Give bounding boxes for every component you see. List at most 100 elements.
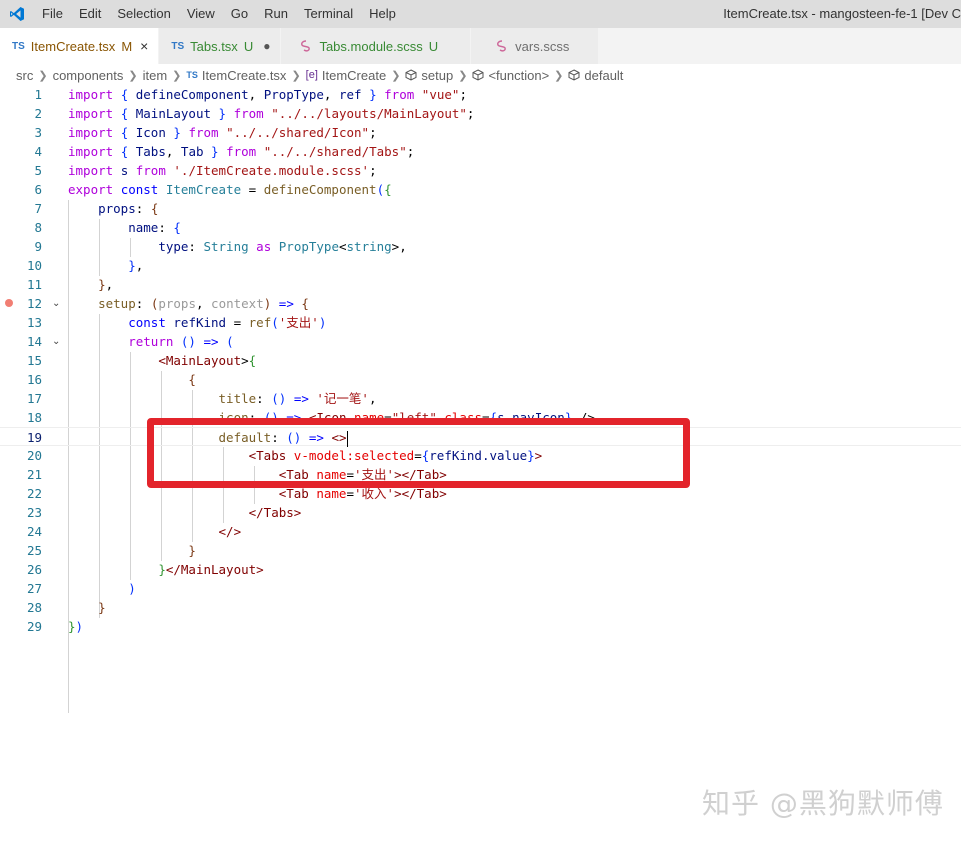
code-token: } [369, 87, 377, 102]
line-number: 5 [34, 163, 42, 178]
code-token: '收入' [354, 486, 395, 501]
code-line[interactable]: 11 }, [0, 275, 961, 294]
code-line[interactable]: 12 setup: (props, context) => { [0, 294, 961, 313]
menu-terminal[interactable]: Terminal [296, 0, 361, 28]
code-line[interactable]: 27 ) [0, 579, 961, 598]
breadcrumb-item-components[interactable]: components [53, 68, 124, 83]
code-text: name: { [68, 218, 181, 237]
menu-selection[interactable]: Selection [109, 0, 178, 28]
close-icon[interactable]: × [140, 38, 148, 54]
code-token: ) [75, 619, 84, 634]
code-line[interactable]: 14 return () => ( [0, 332, 961, 351]
code-token: from [384, 87, 415, 102]
code-line[interactable]: 23 </Tabs> [0, 503, 961, 522]
breadcrumb-item-item[interactable]: item [143, 68, 168, 83]
code-line[interactable]: 1 import { defineComponent, PropType, ref… [0, 85, 961, 104]
tab-tabs-tsx[interactable]: TS Tabs.tsx U ● [159, 28, 282, 64]
code-token: ; [369, 125, 377, 140]
menu-view[interactable]: View [179, 0, 223, 28]
code-line[interactable]: 2 import { MainLayout } from "../../layou… [0, 104, 961, 123]
tab-tabs-module-scss[interactable]: Tabs.module.scss U [281, 28, 472, 64]
line-number: 4 [34, 144, 42, 159]
breadcrumb-item-default[interactable]: default [584, 68, 623, 83]
chevron-right-icon: ❯ [554, 69, 564, 82]
code-token: } [211, 144, 219, 159]
code-token: () [180, 334, 196, 349]
menu-go[interactable]: Go [223, 0, 256, 28]
breadcrumb-item-itemcreate[interactable]: ItemCreate [322, 68, 386, 83]
tab-itemcreate[interactable]: TS ItemCreate.tsx M × [0, 28, 160, 64]
git-status-badge: M [121, 38, 133, 54]
code-line[interactable]: 25 } [0, 541, 961, 560]
code-token: const [128, 315, 166, 330]
code-text: { [68, 370, 196, 389]
code-line[interactable]: 10 }, [0, 256, 961, 275]
menu-help[interactable]: Help [361, 0, 404, 28]
code-token: { [248, 353, 257, 368]
code-token: name [128, 220, 159, 235]
line-number: 9 [34, 239, 42, 254]
code-token: defineComponent [135, 87, 249, 102]
line-number: 1 [34, 87, 42, 102]
code-line[interactable]: 4 import { Tabs, Tab } from "../../shared… [0, 142, 961, 161]
vscode-logo-icon[interactable] [0, 0, 34, 28]
code-line[interactable]: 28 } [0, 598, 961, 617]
code-token: , [195, 296, 212, 311]
breadcrumb: src ❯ components ❯ item ❯ TS ItemCreate.… [0, 64, 961, 86]
breadcrumb-item-function[interactable]: <function> [488, 68, 549, 83]
code-token: "../../shared/Tabs" [263, 144, 407, 159]
menu-file[interactable]: File [34, 0, 71, 28]
tab-vars-scss[interactable]: vars.scss [471, 28, 600, 64]
code-token: context [211, 296, 264, 311]
code-token: as [256, 239, 272, 254]
line-number: 27 [26, 581, 42, 596]
code-token: } [188, 543, 196, 558]
menu-edit[interactable]: Edit [71, 0, 109, 28]
code-text: </> [68, 522, 242, 541]
code-token: : [135, 296, 151, 311]
breadcrumb-item-setup[interactable]: setup [421, 68, 453, 83]
code-line[interactable]: 24 </> [0, 522, 961, 541]
tab-label: vars.scss [515, 38, 570, 54]
line-number: 14 [26, 334, 42, 349]
breadcrumb-item-file[interactable]: ItemCreate.tsx [202, 68, 287, 83]
code-line[interactable]: 16 { [0, 370, 961, 389]
code-token: , [248, 87, 264, 102]
code-token: type [158, 239, 189, 254]
code-token: ) [318, 315, 327, 330]
code-line[interactable]: 29}) [0, 617, 961, 636]
code-token: ; [406, 144, 415, 159]
code-line[interactable]: 17 title: () => '记一笔', [0, 389, 961, 408]
code-text: return () => ( [68, 332, 233, 351]
code-editor[interactable]: ⌄ ⌄ 1 import { defineComponent, PropType,… [0, 85, 961, 713]
unsaved-dot-icon[interactable]: ● [263, 39, 270, 53]
chevron-right-icon: ❯ [291, 69, 301, 82]
line-number: 28 [26, 600, 42, 615]
code-line[interactable]: 3 import { Icon } from "../../shared/Icon… [0, 123, 961, 142]
code-line[interactable]: 5 import s from './ItemCreate.module.scss… [0, 161, 961, 180]
code-line[interactable]: 15 <MainLayout>{ [0, 351, 961, 370]
code-line[interactable]: 13 const refKind = ref('支出') [0, 313, 961, 332]
code-line[interactable]: 8 name: { [0, 218, 961, 237]
menu-run[interactable]: Run [256, 0, 296, 28]
breadcrumb-item-src[interactable]: src [16, 68, 33, 83]
line-number: 21 [26, 467, 42, 482]
code-line[interactable]: 9 type: String as PropType<string>, [0, 237, 961, 256]
code-line[interactable]: 26 }</MainLayout> [0, 560, 961, 579]
code-token: } [98, 277, 106, 292]
code-line[interactable]: 6 export const ItemCreate = defineCompone… [0, 180, 961, 199]
code-text: import { defineComponent, PropType, ref … [68, 85, 467, 104]
line-number: 8 [34, 220, 42, 235]
line-number: 26 [26, 562, 42, 577]
line-number: 29 [26, 619, 42, 634]
code-line[interactable]: 7 props: { [0, 199, 961, 218]
code-token: defineComponent [263, 182, 377, 197]
